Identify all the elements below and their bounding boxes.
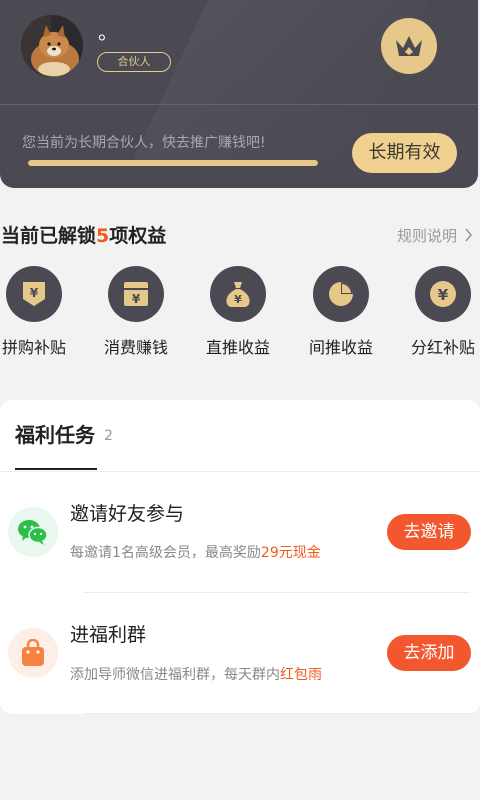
- yen-shield-icon: ¥: [6, 266, 62, 322]
- benefit-item[interactable]: ¥ 消费赚钱: [96, 266, 176, 359]
- task-desc-highlight: 红包雨: [280, 667, 322, 683]
- invite-button[interactable]: 去邀请: [387, 514, 471, 550]
- tasks-count: 2: [104, 428, 113, 444]
- task-divider: [84, 592, 470, 593]
- pie-chart-icon: [313, 266, 369, 322]
- task-desc-text: 每邀请1名高级会员，最高奖励: [70, 545, 261, 561]
- add-group-button[interactable]: 去添加: [387, 635, 471, 671]
- benefits-title-prefix: 当前已解锁: [1, 225, 97, 247]
- benefit-item[interactable]: ¥ 分红补贴: [403, 266, 480, 359]
- task-desc: 添加导师微信进福利群，每天群内红包雨: [70, 665, 322, 685]
- benefit-label: 消费赚钱: [103, 338, 168, 357]
- member-card: 。 合伙人 您当前为长期合伙人，快去推广赚钱吧! 长期有效: [0, 0, 478, 188]
- avatar[interactable]: [21, 15, 83, 77]
- membership-progress-bar: [28, 160, 318, 166]
- validity-button[interactable]: 长期有效: [352, 133, 457, 173]
- rules-link[interactable]: 规则说明: [397, 225, 473, 248]
- benefit-label: 分红补贴: [410, 338, 475, 357]
- task-divider: [84, 713, 470, 714]
- card-divider: [0, 104, 478, 105]
- benefit-label: 直推收益: [205, 338, 270, 357]
- money-bag-icon: ¥: [210, 266, 266, 322]
- svg-text:¥: ¥: [132, 292, 141, 306]
- tasks-divider: [0, 471, 480, 472]
- progress-fill: [28, 160, 318, 166]
- crown-icon[interactable]: [381, 18, 437, 74]
- tasks-section: 福利任务 2 邀请好友参与 每邀请1名高级会员，最高奖励29元现金 去邀请 进福…: [0, 400, 480, 714]
- svg-text:¥: ¥: [438, 286, 449, 304]
- task-desc: 每邀请1名高级会员，最高奖励29元现金: [70, 543, 321, 563]
- chevron-right-icon: [464, 226, 473, 248]
- task-title: 进福利群: [70, 624, 147, 646]
- task-desc-highlight: 29元现金: [260, 545, 321, 561]
- yen-coin-icon: ¥: [415, 266, 471, 322]
- rules-link-label: 规则说明: [397, 227, 458, 245]
- task-title: 邀请好友参与: [70, 503, 185, 525]
- yen-card-icon: ¥: [108, 266, 164, 322]
- benefit-item[interactable]: ¥ 直推收益: [198, 266, 278, 359]
- tasks-tab[interactable]: 福利任务: [15, 422, 95, 448]
- svg-text:¥: ¥: [234, 293, 242, 306]
- benefit-label: 拼购补贴: [1, 338, 66, 357]
- tab-underline: [15, 468, 97, 470]
- task-desc-text: 添加导师微信进福利群，每天群内: [70, 667, 280, 683]
- benefit-item[interactable]: 间推收益: [301, 266, 381, 359]
- benefits-title-suffix: 项权益: [109, 225, 167, 247]
- benefit-label: 间推收益: [308, 338, 373, 357]
- role-badge: 合伙人: [97, 52, 171, 72]
- shopping-bag-icon: [8, 628, 58, 678]
- user-nickname: 。: [98, 20, 118, 44]
- wechat-icon: [8, 507, 58, 557]
- benefit-item[interactable]: ¥ 拼购补贴: [0, 266, 74, 359]
- svg-text:¥: ¥: [30, 286, 39, 300]
- benefits-title: 当前已解锁5项权益: [1, 223, 166, 249]
- promo-text: 您当前为长期合伙人，快去推广赚钱吧!: [22, 135, 266, 151]
- benefits-count: 5: [96, 225, 110, 247]
